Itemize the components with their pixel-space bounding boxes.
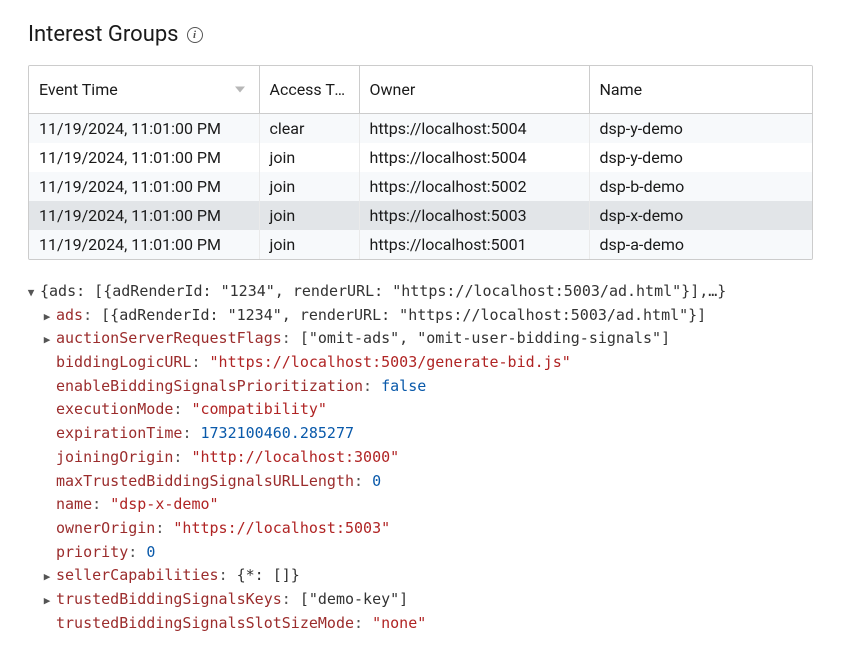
tree-key: priority (56, 543, 128, 561)
table-row[interactable]: 11/19/2024, 11:01:00 PM clear https://lo… (29, 114, 812, 144)
tree-node-ownerOrigin[interactable]: ownerOrigin: "https://localhost:5003" (10, 517, 813, 541)
table-row[interactable]: 11/19/2024, 11:01:00 PM join https://loc… (29, 143, 812, 172)
cell-owner: https://localhost:5001 (359, 230, 589, 259)
tree-node-joiningOrigin[interactable]: joiningOrigin: "http://localhost:3000" (10, 446, 813, 470)
cell-owner: https://localhost:5004 (359, 143, 589, 172)
toggle-icon[interactable] (40, 568, 54, 585)
tree-node-enableBiddingSignalsPrioritization[interactable]: enableBiddingSignalsPrioritization: fals… (10, 375, 813, 399)
sort-desc-icon (233, 79, 247, 98)
tree-value: ["demo-key"] (300, 590, 408, 608)
tree-node-ads[interactable]: ads: [{adRenderId: "1234", renderURL: "h… (10, 304, 813, 328)
tree-value: 0 (146, 543, 155, 561)
toggle-icon[interactable] (40, 308, 54, 325)
cell-access-type: join (259, 172, 359, 201)
tree-key: ownerOrigin (56, 519, 155, 537)
tree-root[interactable]: {ads: [{adRenderId: "1234", renderURL: "… (10, 280, 813, 304)
tree-node-trustedBiddingSignalsKeys[interactable]: trustedBiddingSignalsKeys: ["demo-key"] (10, 588, 813, 612)
toggle-icon[interactable] (40, 592, 54, 609)
tree-key: executionMode (56, 400, 173, 418)
tree-key: sellerCapabilities (56, 566, 219, 584)
tree-key: expirationTime (56, 424, 182, 442)
tree-node-name[interactable]: name: "dsp-x-demo" (10, 493, 813, 517)
tree-key: trustedBiddingSignalsKeys (56, 590, 282, 608)
column-header-owner[interactable]: Owner (359, 66, 589, 114)
cell-event-time: 11/19/2024, 11:01:00 PM (29, 114, 259, 144)
cell-name: dsp-x-demo (589, 201, 812, 230)
column-header-label: Name (600, 80, 643, 99)
cell-owner: https://localhost:5004 (359, 114, 589, 144)
tree-value: "http://localhost:3000" (191, 448, 399, 466)
cell-access-type: join (259, 143, 359, 172)
tree-value: "dsp-x-demo" (110, 495, 218, 513)
tree-value: false (381, 377, 426, 395)
cell-name: dsp-y-demo (589, 143, 812, 172)
cell-event-time: 11/19/2024, 11:01:00 PM (29, 201, 259, 230)
section-heading: Interest Groups i (28, 22, 813, 47)
tree-value: "compatibility" (191, 400, 326, 418)
tree-value: "https://localhost:5003" (173, 519, 390, 537)
cell-name: dsp-b-demo (589, 172, 812, 201)
tree-key: joiningOrigin (56, 448, 173, 466)
tree-key: name (56, 495, 92, 513)
cell-event-time: 11/19/2024, 11:01:00 PM (29, 172, 259, 201)
events-table: Event Time Access Ty… Owner Name (28, 65, 813, 260)
page-title: Interest Groups (28, 22, 179, 47)
column-header-label: Event Time (39, 80, 118, 99)
tree-key: trustedBiddingSignalsSlotSizeMode (56, 614, 354, 632)
table-row[interactable]: 11/19/2024, 11:01:00 PM join https://loc… (29, 201, 812, 230)
tree-value: 1732100460.285277 (201, 424, 355, 442)
column-header-label: Access Ty… (270, 80, 352, 99)
cell-access-type: join (259, 230, 359, 259)
tree-node-maxTrustedBiddingSignalsURLLength[interactable]: maxTrustedBiddingSignalsURLLength: 0 (10, 470, 813, 494)
tree-node-priority[interactable]: priority: 0 (10, 541, 813, 565)
column-header-name[interactable]: Name (589, 66, 812, 114)
cell-access-type: join (259, 201, 359, 230)
table-row[interactable]: 11/19/2024, 11:01:00 PM join https://loc… (29, 230, 812, 259)
cell-name: dsp-y-demo (589, 114, 812, 144)
column-header-event-time[interactable]: Event Time (29, 66, 259, 114)
info-icon[interactable]: i (187, 27, 203, 43)
tree-value: 0 (372, 472, 381, 490)
tree-value: ["omit-ads", "omit-user-bidding-signals"… (300, 329, 670, 347)
cell-owner: https://localhost:5003 (359, 201, 589, 230)
cell-access-type: clear (259, 114, 359, 144)
tree-value: [{adRenderId: "1234", renderURL: "https:… (101, 306, 706, 324)
toggle-icon[interactable] (40, 331, 54, 348)
tree-key: biddingLogicURL (56, 353, 191, 371)
tree-key: ads (56, 306, 83, 324)
object-tree: {ads: [{adRenderId: "1234", renderURL: "… (10, 280, 813, 635)
toggle-icon[interactable] (24, 284, 38, 301)
tree-key: maxTrustedBiddingSignalsURLLength (56, 472, 354, 490)
tree-value: "none" (372, 614, 426, 632)
tree-value: {*: []} (237, 566, 300, 584)
tree-node-auctionServerRequestFlags[interactable]: auctionServerRequestFlags: ["omit-ads", … (10, 327, 813, 351)
column-header-label: Owner (370, 80, 416, 99)
table-row[interactable]: 11/19/2024, 11:01:00 PM join https://loc… (29, 172, 812, 201)
column-header-access-type[interactable]: Access Ty… (259, 66, 359, 114)
tree-key: enableBiddingSignalsPrioritization (56, 377, 363, 395)
tree-node-trustedBiddingSignalsSlotSizeMode[interactable]: trustedBiddingSignalsSlotSizeMode: "none… (10, 612, 813, 636)
tree-key: auctionServerRequestFlags (56, 329, 282, 347)
tree-node-biddingLogicURL[interactable]: biddingLogicURL: "https://localhost:5003… (10, 351, 813, 375)
tree-node-expirationTime[interactable]: expirationTime: 1732100460.285277 (10, 422, 813, 446)
cell-name: dsp-a-demo (589, 230, 812, 259)
tree-value: "https://localhost:5003/generate-bid.js" (210, 353, 571, 371)
cell-event-time: 11/19/2024, 11:01:00 PM (29, 230, 259, 259)
tree-root-preview: {ads: [{adRenderId: "1234", renderURL: "… (40, 282, 726, 300)
cell-event-time: 11/19/2024, 11:01:00 PM (29, 143, 259, 172)
tree-node-sellerCapabilities[interactable]: sellerCapabilities: {*: []} (10, 564, 813, 588)
cell-owner: https://localhost:5002 (359, 172, 589, 201)
tree-node-executionMode[interactable]: executionMode: "compatibility" (10, 398, 813, 422)
